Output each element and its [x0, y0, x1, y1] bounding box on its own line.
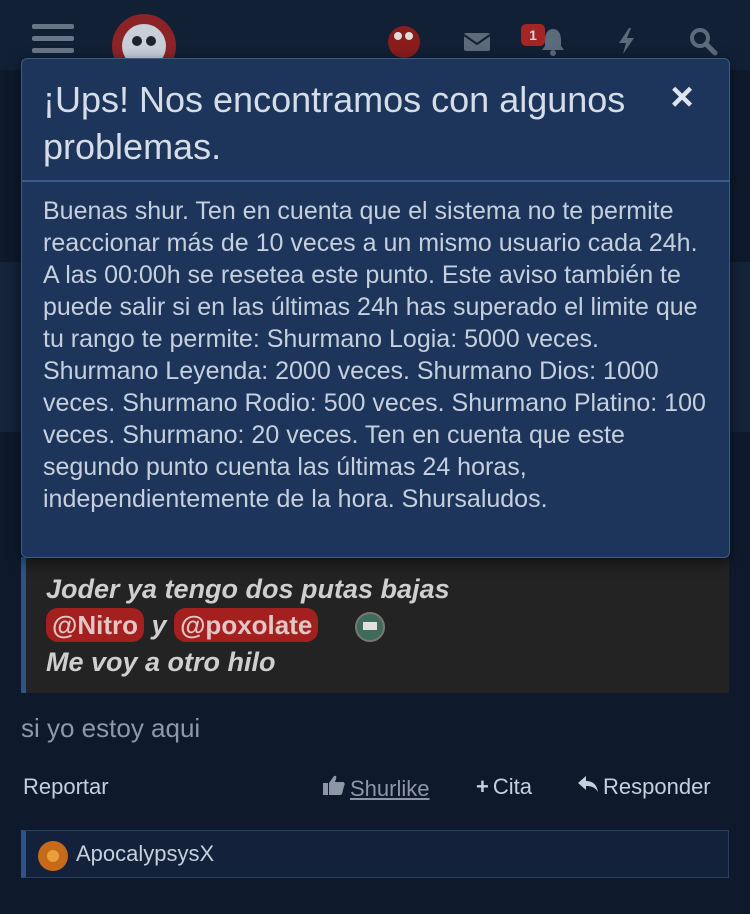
dialog-title: ¡Ups! Nos encontramos con algunos proble… — [43, 79, 626, 167]
report-label: Reportar — [23, 774, 109, 799]
error-dialog: ¡Ups! Nos encontramos con algunos proble… — [21, 58, 730, 558]
post-body-text: si yo estoy aqui — [21, 713, 201, 743]
notification-count-badge: 1 — [521, 24, 545, 46]
quote-line-3: Me voy a otro hilo — [46, 647, 276, 677]
post-actions: Reportar Shurlike + Cita Responder — [0, 770, 750, 810]
lightning-icon[interactable] — [612, 26, 642, 56]
thumbs-up-icon — [323, 775, 345, 795]
menu-icon[interactable] — [32, 24, 74, 58]
reply-button[interactable]: Responder — [577, 774, 711, 800]
reactions-bar[interactable]: ApocalypsysX — [21, 830, 729, 878]
mention-poxolate[interactable]: @poxolate — [174, 608, 319, 642]
reply-icon — [578, 776, 598, 792]
reply-label: Responder — [603, 774, 711, 799]
quoted-message: Joder ya tengo dos putas bajas @Nitro y … — [21, 557, 729, 693]
mention-nitro[interactable]: @Nitro — [46, 608, 145, 642]
shurlike-label: Shurlike — [350, 776, 430, 801]
smiley-emoji-icon — [355, 612, 385, 642]
user-avatar[interactable] — [388, 26, 420, 58]
quote-line-1: Joder ya tengo dos putas bajas — [46, 574, 450, 604]
search-icon[interactable] — [688, 26, 718, 56]
plus-icon: + — [476, 774, 489, 799]
quote-label: Cita — [492, 774, 532, 799]
shurlike-button[interactable]: Shurlike — [322, 774, 429, 802]
mail-icon[interactable] — [462, 26, 492, 56]
quote-button[interactable]: + Cita — [476, 774, 532, 800]
reactor-avatar — [38, 841, 68, 871]
dialog-divider — [22, 180, 729, 182]
dialog-message: Buenas shur. Ten en cuenta que el sistem… — [43, 197, 706, 513]
quote-line-2: @Nitro y @poxolate — [46, 608, 319, 642]
reactor-name[interactable]: ApocalypsysX — [76, 841, 214, 867]
report-button[interactable]: Reportar — [23, 774, 109, 800]
close-icon[interactable]: × — [662, 77, 702, 117]
quote-connector: y — [151, 610, 167, 640]
